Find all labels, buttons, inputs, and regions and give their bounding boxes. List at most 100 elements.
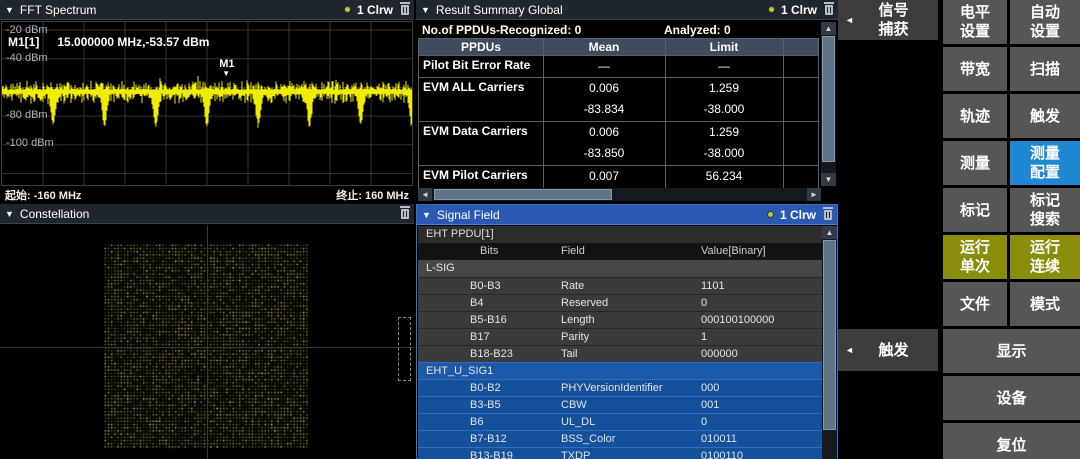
recognized-count: No.of PPDUs-Recognized: 0 bbox=[422, 23, 581, 37]
table-header-row: Bits Field Value[Binary] bbox=[418, 243, 822, 260]
table-row[interactable]: B0-B3Rate1101 bbox=[418, 277, 822, 294]
button-sweep[interactable]: 扫描 bbox=[1010, 47, 1080, 91]
button-display[interactable]: 显示 bbox=[943, 329, 1080, 373]
scroll-up-button[interactable]: ▲ bbox=[821, 22, 836, 35]
delete-trace-icon[interactable] bbox=[401, 5, 409, 15]
table-row[interactable]: B17Parity1 bbox=[418, 328, 822, 345]
y-tick: -80 dBm bbox=[6, 109, 48, 121]
table-row[interactable]: B5-B16Length000100100000 bbox=[418, 311, 822, 328]
panel-title: Constellation bbox=[20, 207, 89, 221]
signal-field-panel: ▼ Signal Field 1 Clrw EHT PPDU[1] Bits F… bbox=[416, 204, 838, 459]
collapse-icon: ▼ bbox=[422, 210, 431, 220]
table-row: EVM Pilot Carriers 0.007-82.966 56.234-5… bbox=[419, 165, 818, 189]
col-header: Mean bbox=[543, 40, 665, 54]
table-row[interactable]: B13-B19TXDP0100110 bbox=[418, 447, 822, 459]
table-header-row: PPDUs Mean Limit bbox=[419, 39, 818, 55]
ppdu-count-row: No.of PPDUs-Recognized: 0 Analyzed: 0 bbox=[418, 22, 819, 38]
result-summary-table: PPDUs Mean Limit Pilot Bit Error Rate — … bbox=[418, 38, 819, 188]
fft-graph-area: -20 dBm -40 dBm -80 dBm -100 dBm M1[1]15… bbox=[1, 21, 413, 186]
result-summary-panel: ▼ Result Summary Global 1 Clrw No.of PPD… bbox=[416, 0, 838, 202]
collapse-icon: ▼ bbox=[421, 5, 430, 15]
trace-led-icon bbox=[344, 6, 351, 13]
panel-title: FFT Spectrum bbox=[20, 3, 96, 17]
delete-trace-icon[interactable] bbox=[401, 209, 409, 219]
scrollbar-thumb[interactable] bbox=[822, 36, 835, 162]
table-row[interactable]: B6UL_DL0 bbox=[418, 413, 822, 430]
button-reset[interactable]: 复位 bbox=[943, 423, 1080, 459]
panel-title: Signal Field bbox=[437, 208, 500, 222]
section-row[interactable]: L-SIG bbox=[418, 260, 822, 277]
table-row: EVM Data Carriers 0.006-83.850 1.259-38.… bbox=[419, 121, 818, 165]
col-header: Value[Binary] bbox=[701, 245, 766, 257]
scroll-down-button[interactable]: ▼ bbox=[821, 173, 836, 186]
y-tick: -100 dBm bbox=[6, 137, 54, 149]
softkey-menu-signal-capture[interactable]: ◄ 信号捕获 bbox=[838, 0, 938, 40]
splitter-handle[interactable] bbox=[398, 317, 411, 381]
table-row[interactable]: B18-B23Tail000000 bbox=[418, 345, 822, 362]
fft-x-axis-labels: 起始: -160 MHz 终止: 160 MHz bbox=[1, 187, 413, 202]
col-header: Limit bbox=[665, 40, 783, 54]
delete-trace-icon[interactable] bbox=[825, 5, 833, 15]
trace-badge: 1 Clrw bbox=[780, 208, 816, 222]
trace-led-icon bbox=[767, 211, 774, 218]
constellation-graph-area bbox=[0, 225, 414, 459]
softkey-area: ◄ 信号捕获 ◄ 触发 电平设置 自动设置 带宽 扫描 轨迹 触发 测量 测量配… bbox=[838, 0, 1080, 459]
button-trace[interactable]: 轨迹 bbox=[943, 94, 1007, 138]
button-marker-search[interactable]: 标记搜索 bbox=[1010, 188, 1080, 232]
collapse-icon: ▼ bbox=[5, 209, 14, 219]
scroll-left-button[interactable]: ◄ bbox=[418, 188, 432, 201]
scroll-right-button[interactable]: ► bbox=[807, 188, 821, 201]
table-row[interactable]: B4Reserved0 bbox=[418, 294, 822, 311]
marker-icon[interactable]: ▼ bbox=[222, 69, 230, 78]
scroll-up-button[interactable]: ▲ bbox=[822, 226, 837, 239]
scrollbar-thumb[interactable] bbox=[434, 189, 612, 200]
button-measure[interactable]: 测量 bbox=[943, 141, 1007, 185]
signal-field-header[interactable]: ▼ Signal Field 1 Clrw bbox=[417, 205, 837, 225]
button-device[interactable]: 设备 bbox=[943, 376, 1080, 420]
scrollbar-thumb[interactable] bbox=[823, 240, 836, 430]
vertical-scrollbar[interactable]: ▲ bbox=[822, 226, 837, 459]
marker-readout: M1[1]15.000000 MHz,-53.57 dBm bbox=[8, 35, 209, 49]
panel-title: Result Summary Global bbox=[436, 3, 563, 17]
trace-badge: 1 Clrw bbox=[357, 3, 393, 17]
y-tick: -40 dBm bbox=[6, 52, 48, 64]
button-run-single[interactable]: 运行单次 bbox=[943, 235, 1007, 279]
table-row[interactable]: B0-B2PHYVersionIdentifier000 bbox=[418, 379, 822, 396]
constellation-panel: ▼ Constellation bbox=[0, 204, 414, 459]
table-row[interactable]: B3-B5CBW001 bbox=[418, 396, 822, 413]
fft-spectrum-header[interactable]: ▼ FFT Spectrum 1 Clrw bbox=[0, 0, 414, 20]
button-bandwidth[interactable]: 带宽 bbox=[943, 47, 1007, 91]
analyzed-count: Analyzed: 0 bbox=[664, 23, 731, 37]
button-run-continuous[interactable]: 运行连续 bbox=[1010, 235, 1080, 279]
constellation-header[interactable]: ▼ Constellation bbox=[0, 204, 414, 224]
button-marker[interactable]: 标记 bbox=[943, 188, 1007, 232]
delete-trace-icon[interactable] bbox=[824, 210, 832, 220]
button-measurement-config[interactable]: 测量配置 bbox=[1010, 141, 1080, 185]
button-auto-settings[interactable]: 自动设置 bbox=[1010, 0, 1080, 44]
trace-badge: 1 Clrw bbox=[781, 3, 817, 17]
left-arrow-icon: ◄ bbox=[838, 11, 859, 30]
q-axis-line bbox=[207, 225, 208, 459]
button-file[interactable]: 文件 bbox=[943, 282, 1007, 326]
button-mode[interactable]: 模式 bbox=[1010, 282, 1080, 326]
section-row[interactable]: EHT_U_SIG1 bbox=[418, 362, 822, 379]
col-header: Field bbox=[561, 245, 585, 257]
i-axis-line bbox=[0, 347, 414, 348]
button-trigger[interactable]: 触发 bbox=[1010, 94, 1080, 138]
softkey-menu-trigger[interactable]: ◄ 触发 bbox=[838, 329, 938, 371]
trace-led-icon bbox=[768, 6, 775, 13]
fft-spectrum-panel: ▼ FFT Spectrum 1 Clrw -20 dBm -40 dBm -8… bbox=[0, 0, 414, 202]
col-header: PPDUs bbox=[419, 40, 543, 54]
signal-field-table: EHT PPDU[1] Bits Field Value[Binary] L-S… bbox=[418, 226, 822, 459]
table-row: EVM ALL Carriers 0.006-83.834 1.259-38.0… bbox=[419, 77, 818, 121]
vertical-scrollbar[interactable]: ▲ ▼ bbox=[821, 22, 836, 186]
table-row[interactable]: B7-B12BSS_Color010011 bbox=[418, 430, 822, 447]
button-level-settings[interactable]: 电平设置 bbox=[943, 0, 1007, 44]
horizontal-scrollbar[interactable]: ◄ ► bbox=[418, 188, 821, 201]
col-header: Bits bbox=[480, 245, 498, 257]
table-row: Pilot Bit Error Rate — — bbox=[419, 55, 818, 77]
collapse-icon: ▼ bbox=[5, 5, 14, 15]
instrument-screen: ▼ FFT Spectrum 1 Clrw -20 dBm -40 dBm -8… bbox=[0, 0, 1080, 459]
result-summary-header[interactable]: ▼ Result Summary Global 1 Clrw bbox=[416, 0, 838, 20]
stop-freq-label: 终止: 160 MHz bbox=[336, 187, 409, 203]
